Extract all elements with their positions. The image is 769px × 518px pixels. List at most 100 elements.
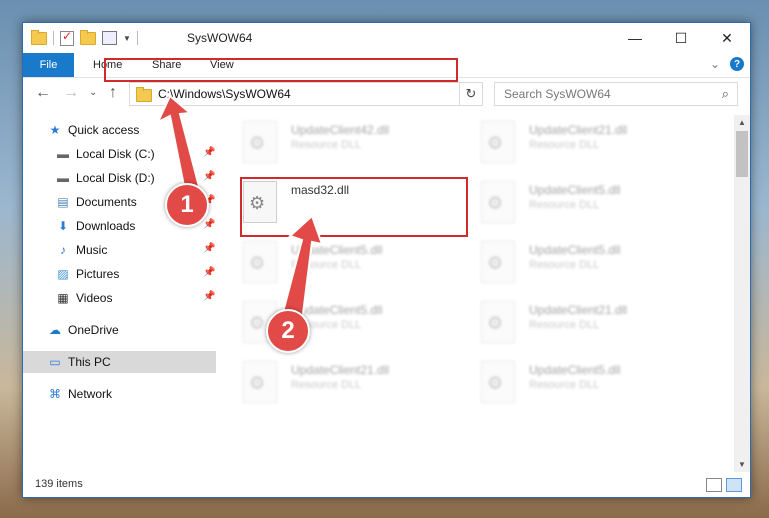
refresh-button[interactable]: ↻ — [459, 82, 483, 106]
file-name: UpdateClient5.dll — [529, 183, 621, 197]
sidebar-item-label: Music — [76, 243, 108, 257]
sidebar-item-videos[interactable]: ▦ Videos 📌 — [23, 287, 216, 309]
window-title: SysWOW64 — [187, 31, 253, 45]
sidebar-item-label: Documents — [76, 195, 137, 209]
status-bar: 139 items — [23, 472, 750, 497]
network-icon: ⌘ — [49, 387, 61, 401]
computer-icon: ▭ — [49, 355, 61, 369]
properties-icon[interactable] — [60, 29, 74, 46]
documents-icon: ▤ — [57, 195, 69, 209]
minimize-button[interactable]: — — [612, 23, 658, 53]
sidebar-item-this-pc[interactable]: ▭ This PC — [23, 351, 216, 373]
sidebar-item-onedrive[interactable]: ☁ OneDrive — [23, 319, 216, 341]
dll-file-icon — [481, 301, 515, 343]
details-view-icon[interactable] — [706, 478, 722, 492]
dll-file-icon — [481, 361, 515, 403]
pin-icon: 📌 — [203, 267, 216, 278]
sidebar-item-pictures[interactable]: ▨ Pictures 📌 — [23, 263, 216, 285]
file-type: Resource DLL — [291, 379, 362, 391]
file-item[interactable]: UpdateClient5.dll Resource DLL — [461, 239, 691, 285]
close-button[interactable]: ✕ — [704, 23, 750, 53]
file-item[interactable]: UpdateClient42.dll Resource DLL — [223, 119, 453, 165]
file-name: UpdateClient5.dll — [291, 243, 383, 257]
sidebar-item-label: Downloads — [76, 219, 136, 233]
file-type: Resource DLL — [529, 319, 600, 331]
file-item[interactable]: UpdateClient21.dll Resource DLL — [461, 299, 691, 345]
help-icon[interactable]: ? — [730, 57, 744, 71]
quick-access-toolbar: ▼ — [31, 29, 138, 46]
drive-icon: ▬ — [57, 147, 69, 161]
folder-icon — [31, 29, 47, 45]
file-item[interactable]: UpdateClient5.dll Resource DLL — [223, 239, 453, 285]
maximize-button[interactable]: ☐ — [658, 23, 704, 53]
divider — [136, 31, 138, 45]
folder-icon — [136, 87, 152, 102]
dll-file-icon — [481, 121, 515, 163]
vertical-scrollbar[interactable]: ▲ ▼ — [734, 115, 750, 472]
pin-icon: 📌 — [203, 147, 216, 158]
dll-file-icon — [243, 121, 277, 163]
pin-icon: 📌 — [203, 171, 216, 182]
drive-icon: ▬ — [57, 171, 69, 185]
step-badge-1: 1 — [165, 183, 209, 227]
sidebar-item-label: Quick access — [68, 123, 140, 137]
up-button[interactable]: ↑ — [109, 84, 117, 102]
file-name: UpdateClient21.dll — [529, 303, 628, 317]
file-name: UpdateClient21.dll — [529, 123, 628, 137]
dll-file-icon — [243, 361, 277, 403]
search-icon[interactable]: ⌕ — [722, 86, 729, 102]
file-item[interactable]: UpdateClient5.dll Resource DLL — [461, 359, 691, 405]
title-bar[interactable]: ▼ SysWOW64 — ☐ ✕ — [23, 23, 750, 53]
sidebar-item-label: Local Disk (C:) — [76, 147, 155, 161]
file-highlight-box — [240, 177, 468, 237]
expand-ribbon-icon[interactable]: ⌄ — [710, 57, 720, 71]
explorer-window: ▼ SysWOW64 — ☐ ✕ File Home Share View ⌄ … — [22, 22, 751, 498]
sidebar-item-label: OneDrive — [68, 323, 119, 337]
item-count: 139 items — [35, 478, 83, 490]
file-type: Resource DLL — [529, 139, 600, 151]
scroll-up-icon[interactable]: ▲ — [738, 118, 746, 127]
customize-icon[interactable] — [102, 31, 117, 45]
file-name: UpdateClient21.dll — [291, 363, 390, 377]
chevron-down-icon[interactable]: ▼ — [123, 34, 131, 43]
navigation-pane: ★ Quick access ▬ Local Disk (C:) 📌 ▬ Loc… — [23, 115, 216, 472]
file-item[interactable]: UpdateClient5.dll Resource DLL — [461, 179, 691, 225]
search-input[interactable]: Search SysWOW64 ⌕ — [494, 82, 738, 106]
file-name: UpdateClient5.dll — [529, 243, 621, 257]
file-name: UpdateClient5.dll — [291, 303, 383, 317]
search-placeholder: Search SysWOW64 — [504, 87, 611, 101]
sidebar-item-label: Local Disk (D:) — [76, 171, 155, 185]
step-badge-2: 2 — [266, 309, 310, 353]
address-path[interactable]: C:\Windows\SysWOW64 — [158, 87, 291, 101]
sidebar-item-music[interactable]: ♪ Music 📌 — [23, 239, 216, 261]
pin-icon: 📌 — [203, 219, 216, 230]
sidebar-item-label: This PC — [68, 355, 111, 369]
navigation-bar: ← → ⌄ ↑ C:\Windows\SysWOW64 ⌄ ↻ Search S… — [23, 78, 750, 110]
pin-icon: 📌 — [203, 243, 216, 254]
divider — [53, 31, 54, 45]
pictures-icon: ▨ — [57, 267, 69, 281]
sidebar-item-quick-access[interactable]: ★ Quick access — [23, 119, 216, 141]
file-name: UpdateClient42.dll — [291, 123, 390, 137]
file-item[interactable]: UpdateClient5.dll Resource DLL — [223, 299, 453, 345]
forward-button[interactable]: → — [63, 84, 79, 102]
sidebar-item-label: Network — [68, 387, 113, 401]
music-icon: ♪ — [60, 243, 66, 257]
recent-locations-button[interactable]: ⌄ — [89, 87, 97, 98]
address-bar[interactable]: C:\Windows\SysWOW64 ⌄ — [129, 82, 474, 106]
new-folder-icon[interactable] — [80, 29, 96, 45]
file-name: UpdateClient5.dll — [529, 363, 621, 377]
tab-file[interactable]: File — [23, 53, 74, 77]
back-button[interactable]: ← — [35, 84, 51, 102]
large-icons-view-icon[interactable] — [726, 478, 742, 492]
file-item[interactable]: UpdateClient21.dll Resource DLL — [461, 119, 691, 165]
sidebar-item-local-disk-c[interactable]: ▬ Local Disk (C:) 📌 — [23, 143, 216, 165]
file-item[interactable]: UpdateClient21.dll Resource DLL — [223, 359, 453, 405]
scroll-down-icon[interactable]: ▼ — [738, 460, 746, 469]
sidebar-item-network[interactable]: ⌘ Network — [23, 383, 216, 405]
scroll-thumb[interactable] — [736, 131, 748, 177]
cloud-icon: ☁ — [49, 323, 61, 337]
file-type: Resource DLL — [291, 259, 362, 271]
star-icon: ★ — [49, 123, 61, 137]
file-type: Resource DLL — [529, 379, 600, 391]
